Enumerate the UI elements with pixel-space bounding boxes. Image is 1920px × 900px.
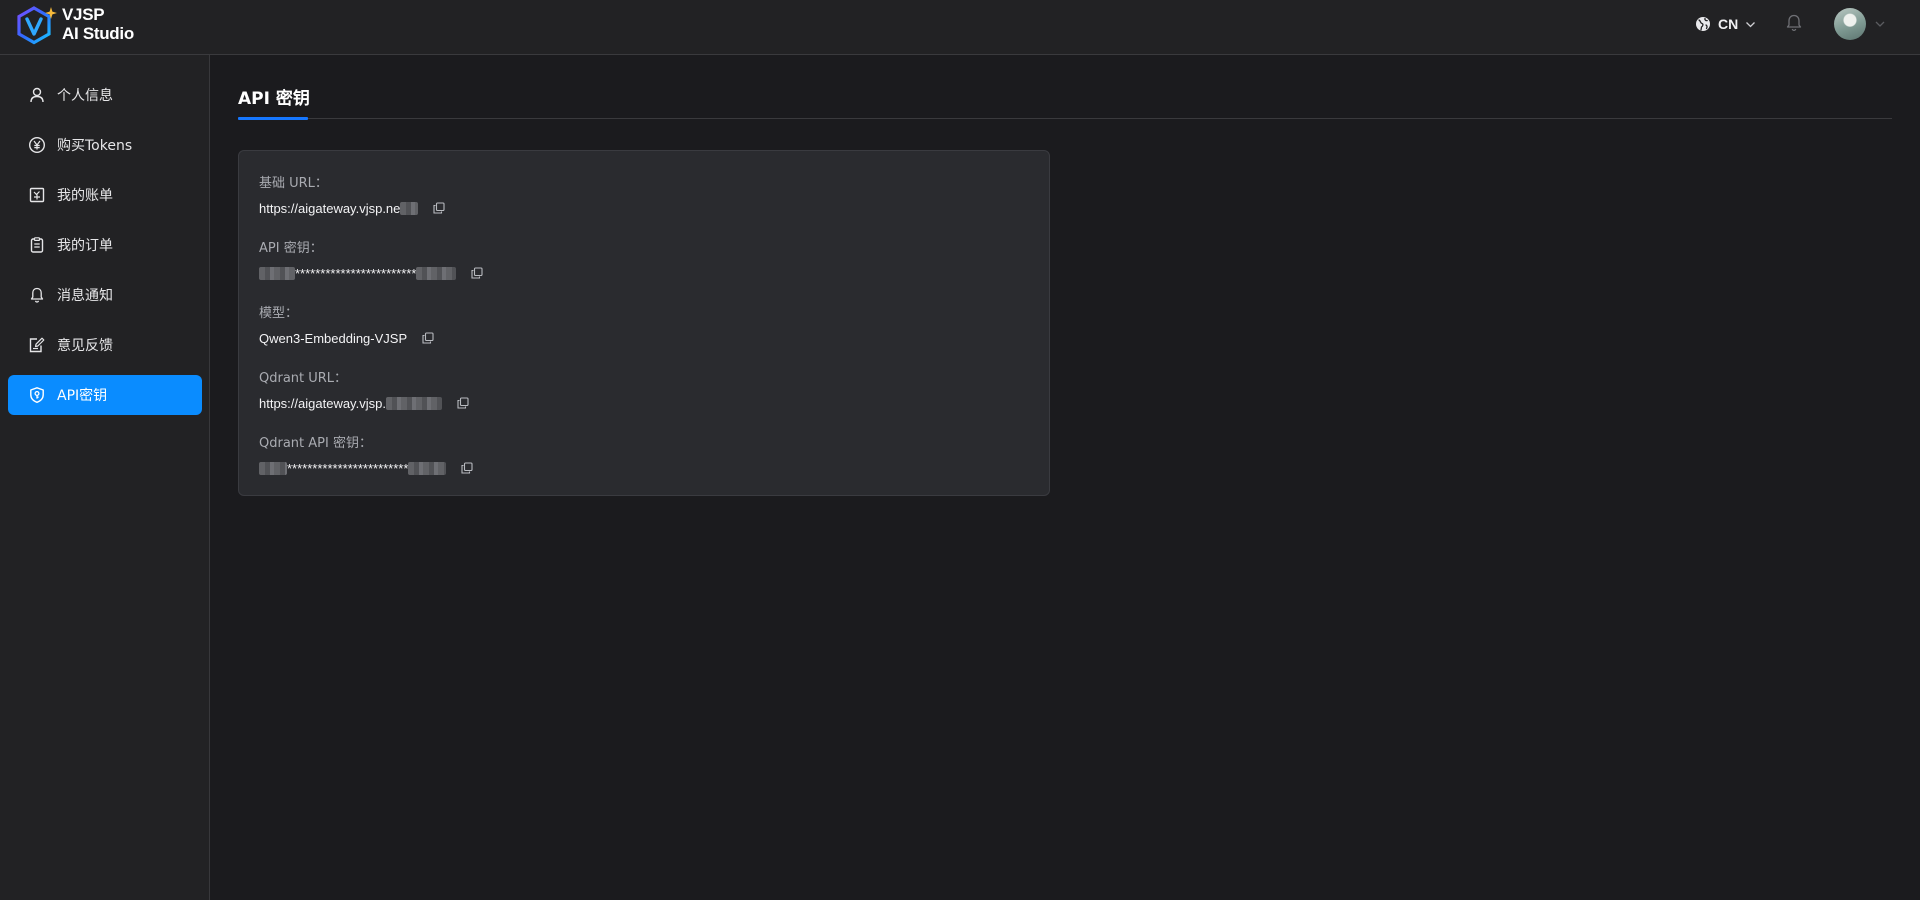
- redacted-mask: [259, 461, 287, 475]
- sidebar-item-label: 个人信息: [57, 88, 113, 104]
- model-value[interactable]: Qwen3-Embedding-VJSP: [259, 331, 407, 346]
- sidebar-item-profile[interactable]: 个人信息: [8, 75, 202, 115]
- field-label: 模型：: [259, 306, 299, 321]
- qdrant-url-field: Qdrant URL： https://aigateway.vjsp.: [259, 367, 470, 413]
- logo-icon[interactable]: [14, 4, 59, 49]
- api-key-value[interactable]: ************************: [295, 266, 416, 281]
- sidebar-item-label: 消息通知: [57, 288, 113, 304]
- sidebar: 个人信息 购买Tokens 我的账单 我的订单 消息通知 意见反馈 API密钥: [0, 55, 210, 900]
- sidebar-item-label: 意见反馈: [57, 338, 113, 354]
- base-url-value[interactable]: https://aigateway.vjsp.ne: [259, 201, 400, 216]
- yen-icon: [28, 136, 46, 154]
- copy-icon[interactable]: [470, 266, 484, 280]
- bill-icon: [28, 186, 46, 204]
- language-selector[interactable]: CN: [1695, 13, 1756, 35]
- edit-icon: [28, 336, 46, 354]
- clipboard-icon: [28, 236, 46, 254]
- qdrant-url-value[interactable]: https://aigateway.vjsp.: [259, 396, 386, 411]
- redacted-mask: [385, 396, 442, 410]
- copy-icon[interactable]: [456, 396, 470, 410]
- sidebar-item-feedback[interactable]: 意见反馈: [8, 325, 202, 365]
- sidebar-item-buy-tokens[interactable]: 购买Tokens: [8, 125, 202, 165]
- sidebar-item-orders[interactable]: 我的订单: [8, 225, 202, 265]
- api-key-field: API 密钥： ************************: [259, 237, 484, 283]
- bell-icon: [28, 286, 46, 304]
- redacted-mask: [416, 266, 457, 280]
- title-divider: [238, 118, 1892, 119]
- sidebar-item-bills[interactable]: 我的账单: [8, 175, 202, 215]
- chevron-down-icon[interactable]: [1874, 18, 1886, 30]
- redacted-mask: [400, 201, 419, 215]
- chevron-down-icon: [1746, 21, 1756, 27]
- qdrant-api-key-value[interactable]: ************************: [287, 461, 408, 476]
- sidebar-item-label: 我的账单: [57, 188, 113, 204]
- field-label: API 密钥：: [259, 241, 323, 256]
- page-title: API 密钥: [238, 89, 310, 109]
- notification-bell-icon[interactable]: [1784, 13, 1804, 33]
- copy-icon[interactable]: [421, 331, 435, 345]
- user-icon: [28, 86, 46, 104]
- redacted-mask: [259, 266, 295, 280]
- field-label: 基础 URL：: [259, 176, 328, 191]
- api-info-card: 基础 URL： https://aigateway.vjsp.ne API 密钥…: [238, 150, 1050, 496]
- model-field: 模型： Qwen3-Embedding-VJSP: [259, 302, 435, 348]
- copy-icon[interactable]: [460, 461, 474, 475]
- sidebar-item-label: 我的订单: [57, 238, 113, 254]
- qdrant-api-key-field: Qdrant API 密钥： ************************: [259, 432, 474, 478]
- field-label: Qdrant API 密钥：: [259, 436, 372, 451]
- sidebar-item-label: 购买Tokens: [57, 138, 133, 154]
- brand-line-1: VJSP: [62, 5, 105, 24]
- sidebar-item-api-keys[interactable]: API密钥: [8, 375, 202, 415]
- language-label: CN: [1718, 16, 1739, 32]
- shield-key-icon: [28, 386, 46, 404]
- field-label: Qdrant URL：: [259, 371, 348, 386]
- copy-icon[interactable]: [432, 201, 446, 215]
- active-tab-underline: [238, 117, 308, 120]
- top-header: VJSP AI Studio CN: [0, 0, 1920, 55]
- sidebar-item-notifications[interactable]: 消息通知: [8, 275, 202, 315]
- globe-icon: [1696, 17, 1710, 31]
- sidebar-item-label: API密钥: [57, 388, 108, 404]
- redacted-mask: [408, 461, 447, 475]
- brand-name[interactable]: VJSP AI Studio: [62, 5, 134, 43]
- brand-line-2: AI Studio: [62, 24, 134, 43]
- avatar[interactable]: [1834, 8, 1866, 40]
- base-url-field: 基础 URL： https://aigateway.vjsp.ne: [259, 172, 446, 218]
